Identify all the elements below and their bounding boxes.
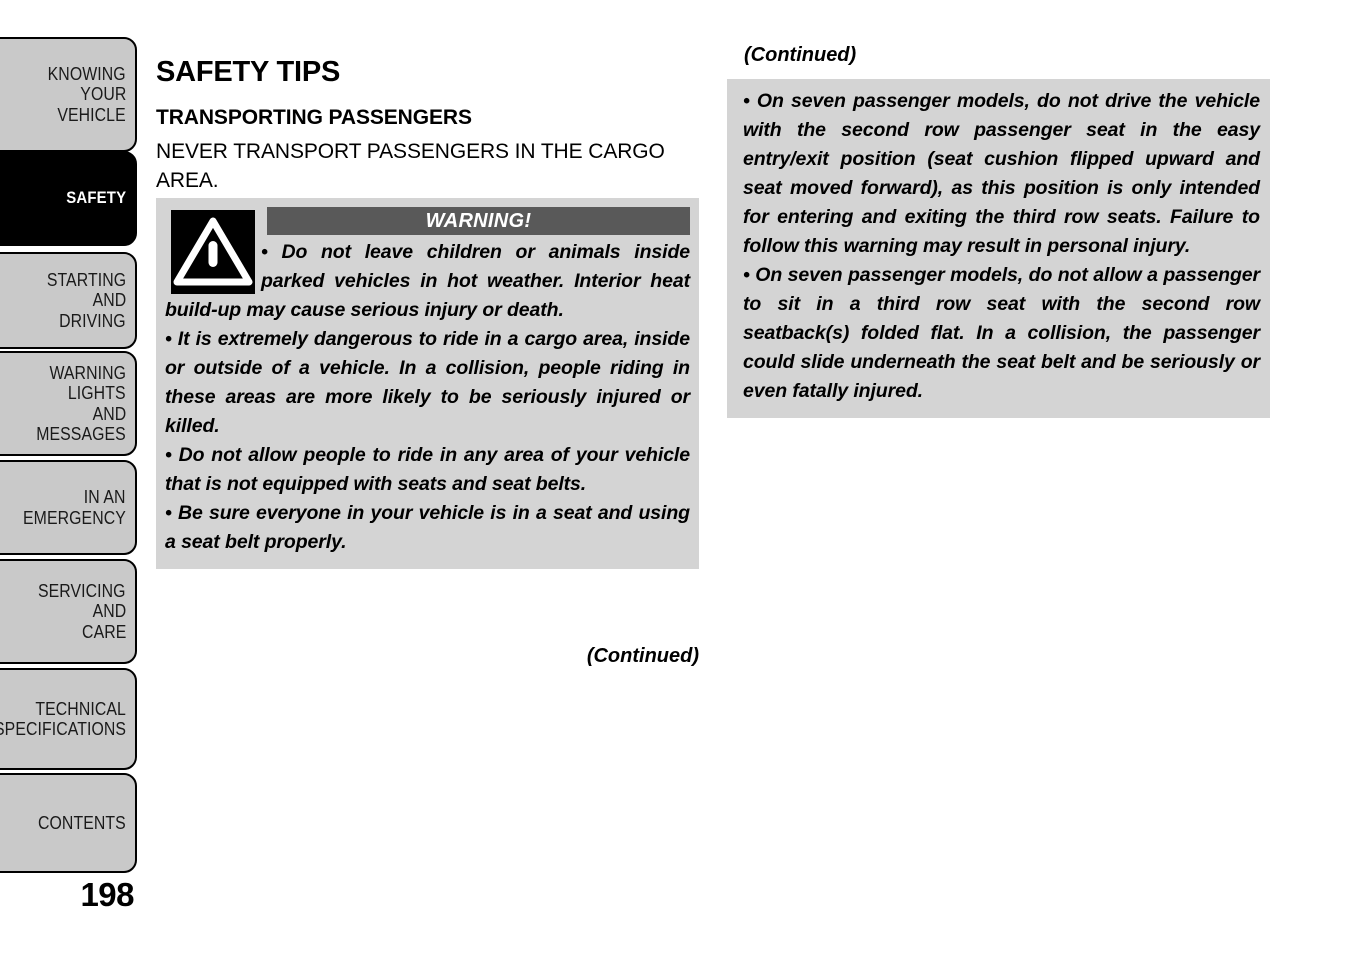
sidebar-tab-warning-lights-and-messages[interactable]: WARNING LIGHTS AND MESSAGES [0,351,137,456]
sidebar-tab-label: CONTENTS [38,812,126,833]
sidebar-tab-contents[interactable]: CONTENTS [0,773,137,873]
warning-item: • On seven passenger models, do not allo… [743,264,1260,402]
warning-box-right: • On seven passenger models, do not driv… [727,79,1270,418]
sidebar-tab-technical-specifications[interactable]: TECHNICAL SPECIFICATIONS [0,668,137,770]
sidebar-tab-starting-and-driving[interactable]: STARTING AND DRIVING [0,252,137,349]
subsection-title: TRANSPORTING PASSENGERS [156,106,472,130]
sidebar-tab-label: MESSAGES [36,424,126,444]
sidebar-tab-label: DRIVING [59,310,126,331]
sidebar-tab-label: SPECIFICATIONS [0,719,126,739]
sidebar-tab-label: VEHICLE [57,104,126,125]
page-number: 198 [80,876,134,913]
continued-label-right: (Continued) [744,44,857,66]
warning-item: • Do not allow people to ride in any are… [165,444,690,495]
sidebar-tab-label: AND [92,290,126,311]
warning-box-left: WARNING! • Do not leave children or anim… [156,198,699,569]
intro-paragraph: NEVER TRANSPORT PASSENGERS IN THE CARGO … [156,140,665,192]
sidebar-tab-label: IN AN [84,487,126,507]
sidebar-tab-safety[interactable]: SAFETY [0,151,137,246]
chapter-tab-sidebar: KNOWING YOUR VEHICLE SAFETY STARTING AND DRIVI… [0,0,137,954]
sidebar-tab-label: AND [92,403,126,424]
sidebar-tab-servicing-and-care[interactable]: SERVICING AND CARE [0,559,137,664]
continued-label-left: (Continued) [586,645,699,667]
sidebar-tab-in-an-emergency[interactable]: IN AN EMERGENCY [0,460,137,555]
sidebar-tab-label: AND [92,601,126,622]
sidebar-tab-label: SERVICING [38,580,126,601]
sidebar-tab-label: KNOWING [47,63,126,84]
sidebar-tab-label: SAFETY [65,188,126,208]
sidebar-tab-label: STARTING [46,269,126,290]
sidebar-tab-label: YOUR [79,84,126,105]
warning-banner-label: WARNING! [267,207,690,235]
sidebar-tab-label: TECHNICAL [35,698,126,719]
sidebar-tab-label: WARNING [49,362,126,383]
sidebar-tab-label: LIGHTS [68,383,126,403]
warning-item: • It is extremely dangerous to ride in a… [165,328,690,437]
sidebar-tab-label: CARE [81,621,126,642]
warning-item: • On seven passenger models, do not driv… [743,90,1260,257]
warning-triangle-icon [171,210,255,294]
warning-item: • Be sure everyone in your vehicle is in… [165,502,690,553]
page-title: SAFETY TIPS [156,56,341,89]
sidebar-tab-knowing-your-vehicle[interactable]: KNOWING YOUR VEHICLE [0,37,137,152]
sidebar-tab-label: EMERGENCY [23,507,126,528]
